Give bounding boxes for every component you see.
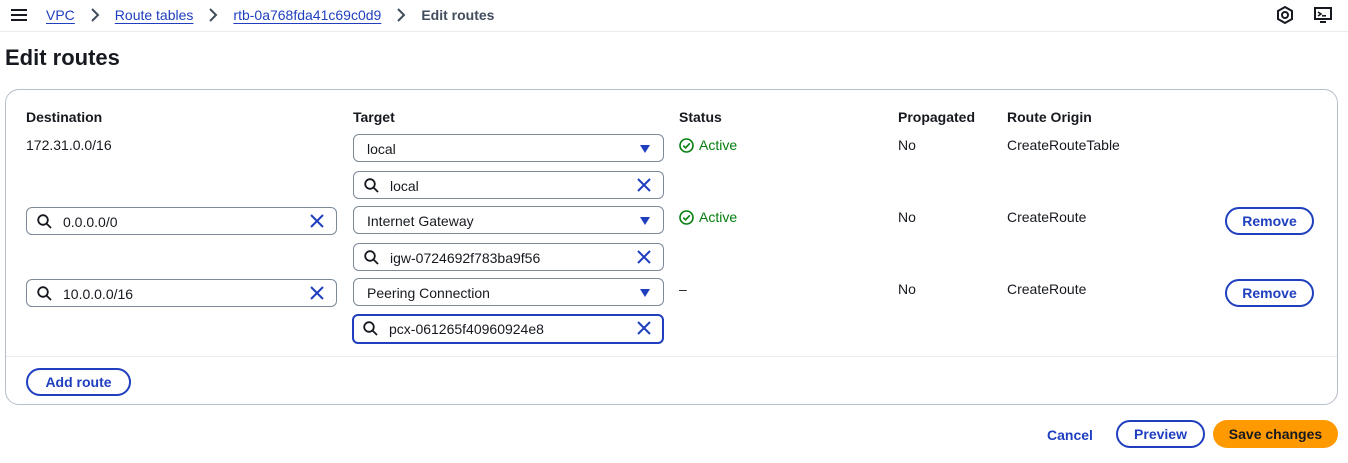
search-icon xyxy=(37,214,52,229)
caret-down-icon xyxy=(640,217,650,225)
page-title: Edit routes xyxy=(5,45,120,70)
column-header-target: Target xyxy=(353,109,395,125)
search-icon xyxy=(37,286,52,301)
chevron-right-icon xyxy=(91,8,100,22)
menu-icon[interactable] xyxy=(11,8,27,22)
target-type-select[interactable]: Internet Gateway xyxy=(353,206,664,234)
column-header-propagated: Propagated xyxy=(898,109,976,125)
breadcrumb-vpc[interactable]: VPC xyxy=(46,7,75,23)
close-icon[interactable] xyxy=(310,286,324,300)
search-icon xyxy=(364,250,379,265)
column-header-destination: Destination xyxy=(26,109,103,125)
column-header-route-origin: Route Origin xyxy=(1007,109,1092,125)
target-search-value[interactable]: local xyxy=(390,178,419,194)
target-type-select[interactable]: local xyxy=(353,134,664,162)
hexagon-settings-icon[interactable] xyxy=(1275,5,1295,25)
destination-input[interactable]: 0.0.0.0/0 xyxy=(26,207,337,235)
remove-route-button[interactable]: Remove xyxy=(1225,207,1314,235)
target-search-value[interactable]: pcx-061265f40960924e8 xyxy=(389,321,544,337)
target-search-input-focused[interactable]: pcx-061265f40960924e8 xyxy=(352,314,664,344)
preview-button[interactable]: Preview xyxy=(1116,420,1205,448)
cloudshell-icon[interactable] xyxy=(1313,5,1333,25)
close-icon[interactable] xyxy=(637,250,651,264)
breadcrumb: VPC Route tables rtb-0a768fda41c69c0d9 E… xyxy=(46,7,494,23)
close-icon[interactable] xyxy=(637,321,651,335)
destination-value[interactable]: 10.0.0.0/16 xyxy=(63,286,133,302)
cancel-button[interactable]: Cancel xyxy=(1047,427,1093,443)
target-search-input[interactable]: local xyxy=(353,171,664,199)
propagated-text: No xyxy=(898,137,916,153)
breadcrumb-route-table-id[interactable]: rtb-0a768fda41c69c0d9 xyxy=(233,7,381,23)
add-route-button[interactable]: Add route xyxy=(26,368,131,396)
target-type-value: Peering Connection xyxy=(367,285,490,301)
column-header-status: Status xyxy=(679,109,722,125)
chevron-right-icon xyxy=(209,8,218,22)
close-icon[interactable] xyxy=(310,214,324,228)
check-circle-icon xyxy=(679,137,694,153)
status-badge: Active xyxy=(679,137,737,153)
top-navigation-bar: VPC Route tables rtb-0a768fda41c69c0d9 E… xyxy=(0,0,1348,32)
remove-route-button[interactable]: Remove xyxy=(1225,279,1314,307)
save-changes-button[interactable]: Save changes xyxy=(1213,420,1338,448)
status-text: Active xyxy=(699,209,738,225)
route-origin-text: CreateRoute xyxy=(1007,281,1087,297)
routes-table-panel: Destination Target Status Propagated Rou… xyxy=(5,89,1338,405)
close-icon[interactable] xyxy=(637,178,651,192)
status-text: Active xyxy=(699,137,738,153)
target-type-value: Internet Gateway xyxy=(367,213,474,229)
propagated-text: No xyxy=(898,281,916,297)
destination-input[interactable]: 10.0.0.0/16 xyxy=(26,279,337,307)
route-origin-text: CreateRoute xyxy=(1007,209,1087,225)
destination-value[interactable]: 0.0.0.0/0 xyxy=(63,214,118,230)
breadcrumb-current: Edit routes xyxy=(421,7,495,23)
breadcrumb-route-tables[interactable]: Route tables xyxy=(115,7,194,23)
panel-divider xyxy=(6,356,1337,357)
search-icon xyxy=(363,321,378,336)
caret-down-icon xyxy=(640,289,650,297)
target-search-input[interactable]: igw-0724692f783ba9f56 xyxy=(353,243,664,271)
status-badge: Active xyxy=(679,209,737,225)
check-circle-icon xyxy=(679,209,694,225)
target-type-select[interactable]: Peering Connection xyxy=(353,278,664,306)
propagated-text: No xyxy=(898,209,916,225)
status-text: – xyxy=(679,281,687,297)
caret-down-icon xyxy=(640,145,650,153)
chevron-right-icon xyxy=(397,8,406,22)
target-search-value[interactable]: igw-0724692f783ba9f56 xyxy=(390,250,540,266)
search-icon xyxy=(364,178,379,193)
target-type-value: local xyxy=(367,141,396,157)
destination-text: 172.31.0.0/16 xyxy=(26,137,112,153)
route-origin-text: CreateRouteTable xyxy=(1007,137,1120,153)
